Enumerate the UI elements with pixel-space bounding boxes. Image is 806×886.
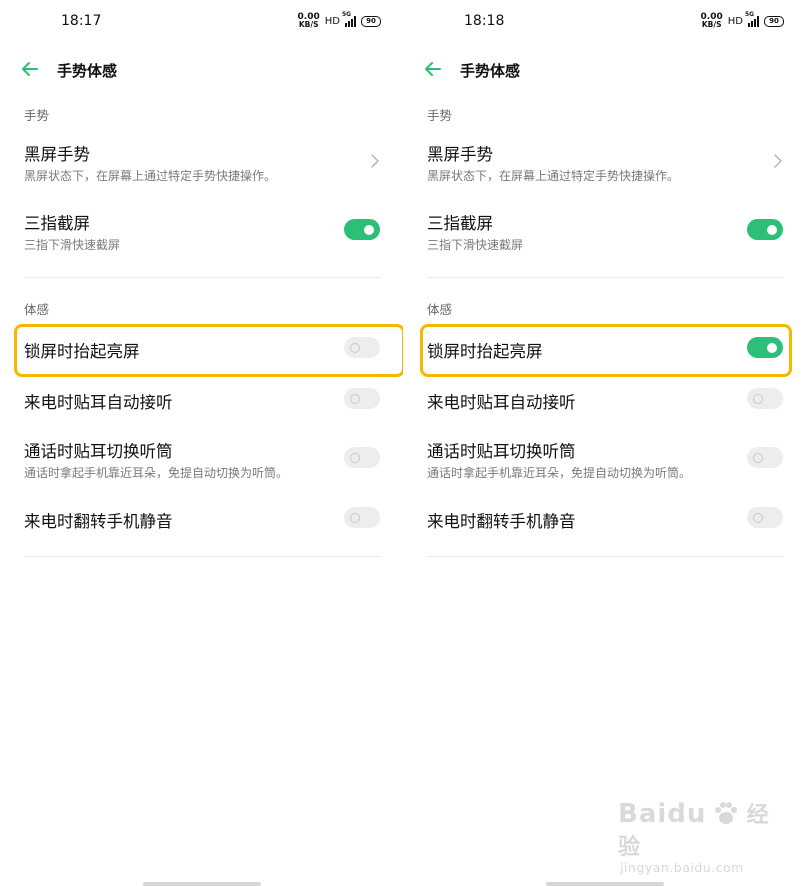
home-indicator [546,882,664,886]
setting-subtitle: 三指下滑快速截屏 [427,238,524,252]
setting-title: 黑屏手势 [427,145,493,164]
status-icons: 0.00 KB/S HD 5G 90 [297,11,381,29]
network-speed: 0.00 KB/S [297,12,320,29]
flip-mute-toggle[interactable] [747,507,783,528]
three-finger-toggle[interactable] [747,219,783,240]
chevron-right-icon [371,154,379,168]
setting-title: 来电时贴耳自动接听 [24,393,173,412]
section-header-gesture: 手势 [427,108,453,123]
phone-screen-left: 18:17 0.00 KB/S HD 5G 90 手势体感 手势 黑屏手势 黑屏… [0,0,405,886]
setting-title: 三指截屏 [24,214,90,233]
back-arrow-icon[interactable] [421,57,445,81]
paw-icon [714,802,737,824]
nav-bar: 手势体感 [0,52,403,86]
setting-title: 黑屏手势 [24,145,90,164]
signal-icon: 5G [745,11,759,27]
battery-icon: 90 [764,15,784,27]
status-time: 18:17 [61,13,102,29]
home-indicator [143,882,261,886]
page-title: 手势体感 [57,62,118,80]
setting-subtitle: 通话时拿起手机靠近耳朵，免提自动切换为听筒。 [24,466,289,480]
flip-mute-toggle[interactable] [344,507,380,528]
hd-icon: HD [324,15,340,27]
status-bar: 18:18 0.00 KB/S HD 5G 90 [403,0,806,44]
setting-subtitle: 黑屏状态下，在屏幕上通过特定手势快捷操作。 [427,169,680,183]
baidu-jingyan-watermark: Baidu 经验 jingyan.baidu.com [618,797,778,875]
divider [24,277,381,278]
auto-answer-toggle[interactable] [344,388,380,409]
battery-icon: 90 [361,15,381,27]
signal-icon: 5G [342,11,356,27]
setting-title: 三指截屏 [427,214,493,233]
status-bar: 18:17 0.00 KB/S HD 5G 90 [0,0,403,44]
highlight-box [420,324,792,377]
page-title: 手势体感 [460,62,521,80]
divider [427,277,784,278]
status-time: 18:18 [464,13,505,29]
back-arrow-icon[interactable] [18,57,42,81]
three-finger-toggle[interactable] [344,219,380,240]
highlight-box [14,324,405,377]
phone-screen-right: 18:18 0.00 KB/S HD 5G 90 手势体感 手势 黑屏手势 黑屏… [403,0,806,886]
section-header-gesture: 手势 [24,108,50,123]
setting-title: 来电时贴耳自动接听 [427,393,576,412]
setting-subtitle: 黑屏状态下，在屏幕上通过特定手势快捷操作。 [24,169,277,183]
section-header-motion: 体感 [24,302,50,317]
watermark-url: jingyan.baidu.com [620,860,744,875]
section-header-motion: 体感 [427,302,453,317]
setting-title: 通话时贴耳切换听筒 [24,442,173,461]
earpiece-switch-toggle[interactable] [344,447,380,468]
hd-icon: HD [727,15,743,27]
setting-title: 通话时贴耳切换听筒 [427,442,576,461]
divider [427,556,784,557]
divider [24,556,381,557]
chevron-right-icon [774,154,782,168]
auto-answer-toggle[interactable] [747,388,783,409]
nav-bar: 手势体感 [403,52,806,86]
watermark-logo: Baidu [618,799,707,829]
earpiece-switch-toggle[interactable] [747,447,783,468]
setting-title: 来电时翻转手机静音 [427,512,576,531]
setting-title: 来电时翻转手机静音 [24,512,173,531]
status-icons: 0.00 KB/S HD 5G 90 [700,11,784,29]
network-speed: 0.00 KB/S [700,12,723,29]
setting-subtitle: 三指下滑快速截屏 [24,238,121,252]
setting-subtitle: 通话时拿起手机靠近耳朵，免提自动切换为听筒。 [427,466,692,480]
